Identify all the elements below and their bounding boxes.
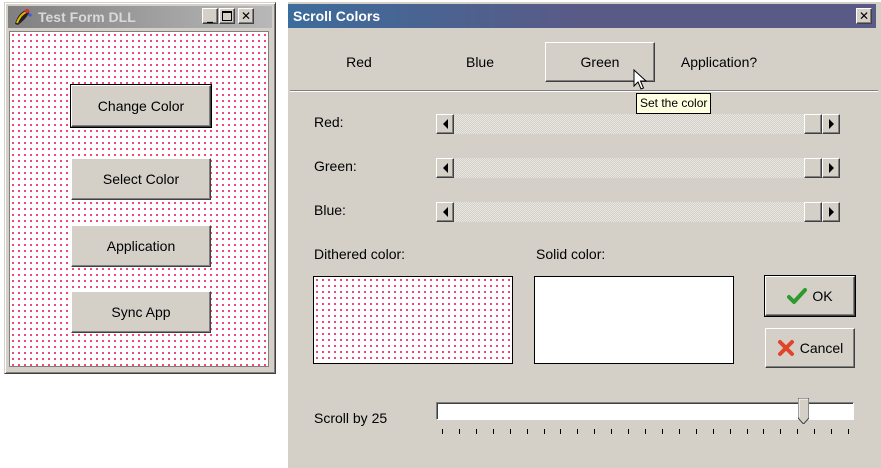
blue-scroll-thumb[interactable]: [804, 202, 822, 222]
solid-color-swatch: [534, 276, 734, 364]
trackbar-thumb[interactable]: [798, 398, 810, 424]
right-arrow-icon: [828, 119, 834, 129]
green-scrollbar[interactable]: [436, 158, 840, 178]
trackbar-tick: [458, 429, 460, 434]
trackbar-tick: [645, 429, 646, 434]
change-color-button[interactable]: Change Color: [70, 84, 212, 128]
cancel-button[interactable]: Cancel: [765, 328, 855, 368]
scroll-by-label: Scroll by 25: [314, 410, 388, 426]
trackbar-tick: [475, 429, 477, 434]
cancel-label: Cancel: [799, 340, 844, 356]
trackbar-tick: [442, 429, 443, 434]
close-button[interactable]: ✕: [856, 8, 872, 24]
blue-scroll-left-button[interactable]: [436, 202, 454, 222]
right-arrow-icon: [828, 207, 834, 217]
title-bar[interactable]: Test Form DLL _ ✕: [8, 6, 272, 28]
trackbar-tick: [543, 429, 545, 434]
green-scroll-right-button[interactable]: [822, 158, 840, 178]
green-scroll-left-button[interactable]: [436, 158, 454, 178]
trackbar-tick: [560, 429, 562, 434]
close-icon: ✕: [240, 9, 252, 23]
trackbar-tick: [661, 429, 663, 434]
red-toolbar-label: Red: [346, 54, 372, 70]
tooltip: Set the color: [636, 93, 712, 114]
select-color-button[interactable]: Select Color: [71, 158, 211, 200]
trackbar-tick: [611, 429, 613, 434]
maximize-icon: [222, 11, 232, 21]
red-scroll-track[interactable]: [454, 114, 822, 134]
left-arrow-icon: [442, 119, 448, 129]
title-bar[interactable]: Scroll Colors ✕: [288, 4, 876, 28]
toolbar-separator: [290, 90, 878, 92]
application-button[interactable]: Application: [71, 225, 211, 267]
trackbar-channel[interactable]: [436, 402, 854, 420]
minimize-icon: _: [207, 9, 213, 23]
blue-toolbar-label: Blue: [465, 54, 495, 70]
trackbar-tick: [712, 429, 714, 434]
right-arrow-icon: [828, 163, 834, 173]
checkmark-icon: [787, 288, 808, 304]
green-scroll-track[interactable]: [454, 158, 822, 178]
application-label: Application: [106, 238, 176, 254]
red-toolbar-button[interactable]: Red: [304, 42, 414, 82]
select-color-label: Select Color: [102, 171, 180, 187]
left-arrow-icon: [442, 207, 448, 217]
pointer-cursor-icon: [633, 69, 648, 90]
blue-label: Blue:: [314, 202, 346, 218]
trackbar-tick: [492, 429, 494, 434]
form-client-area: Change Color Select Color Application Sy…: [9, 31, 269, 367]
trackbar-tick: [577, 429, 579, 434]
trackbar-tick: [763, 429, 765, 434]
app-icon[interactable]: [12, 7, 34, 27]
blue-scroll-track[interactable]: [454, 202, 822, 222]
sync-app-label: Sync App: [111, 304, 171, 320]
minimize-button[interactable]: _: [202, 8, 218, 24]
trackbar-tick: [594, 429, 596, 434]
x-mark-icon: [777, 340, 794, 356]
left-arrow-icon: [442, 163, 448, 173]
blue-toolbar-button[interactable]: Blue: [425, 42, 535, 82]
scroll-colors-window: Scroll Colors ✕ Red Blue Green Applicati…: [288, 2, 881, 468]
dithered-color-label: Dithered color:: [314, 246, 406, 262]
change-color-label: Change Color: [97, 98, 185, 114]
red-scroll-left-button[interactable]: [436, 114, 454, 134]
trackbar-tick: [780, 429, 782, 434]
application-toolbar-button[interactable]: Application?: [664, 42, 774, 82]
red-scroll-thumb[interactable]: [804, 114, 822, 134]
trackbar-tick: [814, 429, 816, 434]
dithered-color-swatch: [313, 276, 513, 364]
red-label: Red:: [314, 114, 344, 130]
close-button[interactable]: ✕: [238, 8, 254, 24]
trackbar-tick: [526, 429, 528, 434]
test-form-window: Test Form DLL _ ✕ Change Color Select Co…: [4, 2, 276, 374]
ok-label: OK: [812, 288, 833, 304]
trackbar-tick: [848, 429, 849, 434]
application-toolbar-label: Application?: [680, 54, 758, 70]
green-label: Green:: [314, 158, 357, 174]
trackbar-tick: [509, 429, 511, 434]
close-icon: ✕: [858, 9, 870, 23]
green-scroll-thumb[interactable]: [804, 158, 822, 178]
trackbar-tick: [746, 429, 748, 434]
blue-scroll-right-button[interactable]: [822, 202, 840, 222]
maximize-button[interactable]: [219, 8, 235, 24]
sync-app-button[interactable]: Sync App: [71, 291, 211, 333]
trackbar-tick: [678, 429, 680, 434]
trackbar-tick: [797, 429, 799, 434]
blue-scrollbar[interactable]: [436, 202, 840, 222]
window-title: Scroll Colors: [293, 8, 381, 24]
trackbar-tick: [628, 429, 630, 434]
trackbar-tick: [831, 429, 833, 434]
solid-color-label: Solid color:: [536, 246, 606, 262]
red-scrollbar[interactable]: [436, 114, 840, 134]
green-toolbar-label: Green: [580, 54, 620, 70]
red-scroll-right-button[interactable]: [822, 114, 840, 134]
window-title: Test Form DLL: [38, 9, 136, 25]
trackbar-tick: [695, 429, 697, 434]
trackbar-tick: [729, 429, 731, 434]
ok-button[interactable]: OK: [764, 275, 856, 317]
